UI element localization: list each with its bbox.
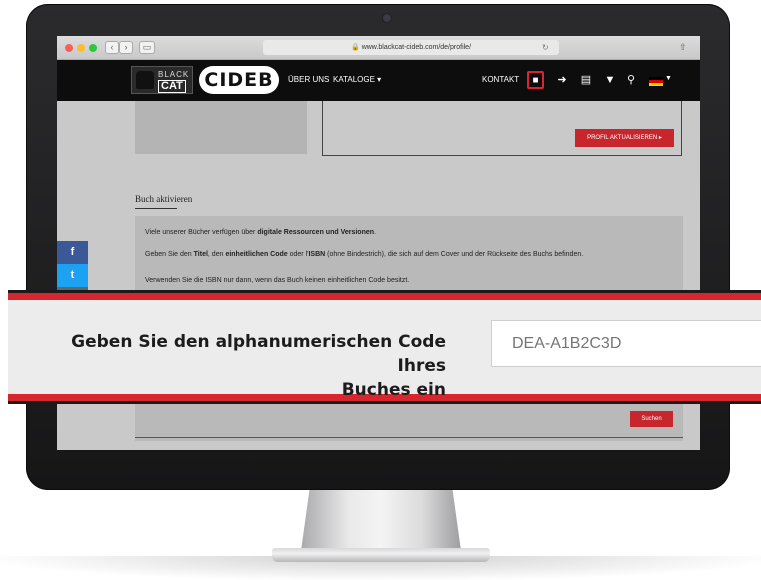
section-rule	[135, 208, 177, 209]
forward-button[interactable]: ›	[119, 41, 133, 54]
close-window-button[interactable]	[65, 44, 73, 52]
blackcat-logo-line2: CAT	[158, 80, 186, 93]
site-header: BLACK CAT CIDEB ÜBER UNS KATALOGE ▾ KONT…	[57, 60, 700, 101]
zoom-window-button[interactable]	[89, 44, 97, 52]
share-icon[interactable]: ⇧	[679, 40, 687, 55]
profile-image	[135, 101, 307, 154]
blackcat-logo[interactable]: BLACK CAT	[131, 66, 193, 94]
info-paragraph-1: Viele unserer Bücher verfügen über digit…	[145, 229, 376, 236]
user-icon[interactable]: ■	[527, 71, 544, 89]
search-icon[interactable]: ⚲	[624, 70, 638, 90]
reload-icon[interactable]: ↻	[542, 40, 549, 55]
cideb-logo[interactable]: CIDEB	[199, 66, 279, 94]
blackcat-logo-line1: BLACK	[158, 70, 190, 79]
sidebar-toggle-button[interactable]: ▭	[139, 41, 155, 54]
cat-icon	[136, 71, 154, 89]
book-code-input[interactable]	[491, 320, 761, 367]
book-icon[interactable]: ▤	[579, 70, 593, 90]
back-button[interactable]: ‹	[105, 41, 119, 54]
search-button[interactable]: Suchen	[630, 411, 673, 427]
chevron-down-icon[interactable]: ▼	[665, 75, 672, 82]
monitor-stand-base	[272, 548, 490, 562]
section-title: Buch aktivieren	[135, 194, 193, 204]
panel-divider	[135, 437, 683, 438]
lock-icon: 🔒	[350, 44, 360, 51]
code-input-label: Geben Sie den alphanumerischen Code Ihre…	[71, 332, 446, 400]
nav-about-us[interactable]: ÜBER UNS	[288, 74, 329, 86]
minimize-window-button[interactable]	[77, 44, 85, 52]
nav-contact[interactable]: KONTAKT	[482, 74, 519, 86]
stage: ‹ › ▭ 🔒 www.blackcat-cideb.com/de/profile…	[0, 0, 761, 580]
facebook-icon[interactable]: f	[57, 241, 88, 264]
camera-icon	[383, 14, 391, 22]
browser-toolbar: ‹ › ▭ 🔒 www.blackcat-cideb.com/de/profile…	[57, 36, 700, 60]
logout-icon[interactable]: ➜	[555, 70, 569, 90]
address-bar[interactable]: 🔒 www.blackcat-cideb.com/de/profile/	[263, 40, 559, 55]
info-paragraph-3: Verwenden Sie die ISBN nur dann, wenn da…	[145, 277, 410, 284]
cart-icon[interactable]: ▼	[603, 70, 617, 90]
info-paragraph-2: Geben Sie den Titel, den einheitlichen C…	[145, 251, 584, 258]
flag-de-icon[interactable]	[649, 77, 663, 86]
code-callout-banner: Geben Sie den alphanumerischen Code Ihre…	[8, 293, 761, 401]
update-profile-button[interactable]: PROFIL AKTUALISIEREN ▸	[575, 129, 674, 147]
twitter-icon[interactable]: t	[57, 264, 88, 287]
url-text: www.blackcat-cideb.com/de/profile/	[361, 44, 472, 51]
nav-catalogs[interactable]: KATALOGE ▾	[333, 74, 381, 86]
